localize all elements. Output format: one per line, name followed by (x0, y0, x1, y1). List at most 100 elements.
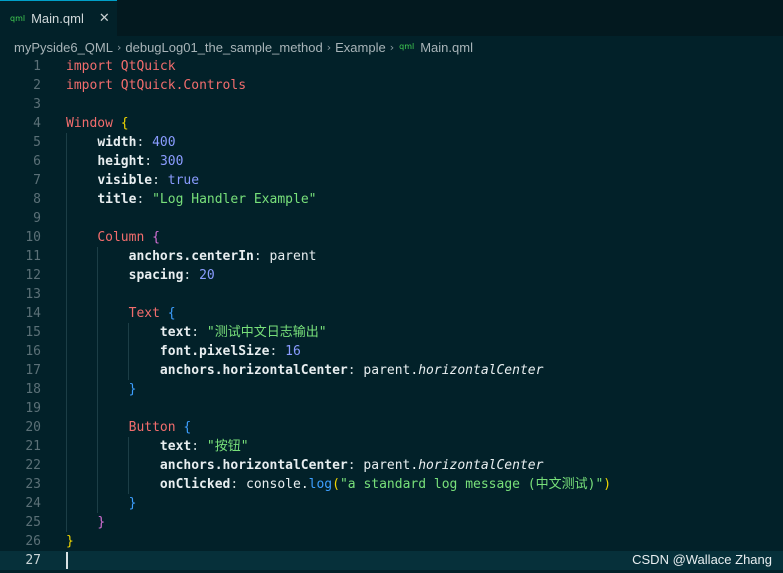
code-token: : (347, 363, 364, 378)
breadcrumb-item-folder[interactable]: debugLog01_the_sample_method (125, 40, 322, 55)
code-line[interactable]: 11 anchors.centerIn: parent (0, 247, 783, 266)
code-token: : (191, 325, 207, 340)
code-token: visible (97, 173, 153, 188)
code-line[interactable]: 21 text: "按钮" (0, 437, 783, 456)
code-token: { (120, 116, 129, 131)
code-token: height (97, 154, 145, 169)
line-number: 24 (25, 496, 41, 511)
code-token: : (136, 192, 153, 207)
chevron-right-icon: › (326, 40, 332, 54)
code-line[interactable]: 10 Column { (0, 228, 783, 247)
code-text: import QtQuick.Controls (66, 76, 246, 95)
code-text: width: 400 (66, 133, 176, 152)
code-text: title: "Log Handler Example" (66, 190, 316, 209)
code-token: parent. (363, 363, 419, 378)
code-token: 400 (152, 135, 176, 150)
code-line[interactable]: 16 font.pixelSize: 16 (0, 342, 783, 361)
code-token: Text (128, 306, 160, 321)
code-line[interactable]: 19 (0, 399, 783, 418)
chevron-right-icon: › (389, 40, 395, 54)
code-token: Button (128, 420, 176, 435)
code-line[interactable]: 6 height: 300 (0, 152, 783, 171)
code-line[interactable]: 4 Window { (0, 114, 783, 133)
code-line[interactable]: 23 onClicked: console.log("a standard lo… (0, 475, 783, 494)
qml-file-icon: qml (10, 13, 26, 23)
indent-guide (66, 133, 67, 532)
code-token: 300 (159, 154, 184, 169)
line-number: 20 (25, 420, 41, 435)
code-text: Column { (66, 228, 160, 247)
breadcrumb: myPyside6_QML › debugLog01_the_sample_me… (14, 37, 473, 57)
code-line[interactable]: 7 visible: true (0, 171, 783, 190)
code-line[interactable]: 18 } (0, 380, 783, 399)
code-line[interactable]: 3 (0, 95, 783, 114)
code-token: } (97, 515, 106, 530)
code-text: } (66, 494, 137, 513)
tab-bar: qml Main.qml ✕ (0, 0, 783, 36)
code-token: onClicked (159, 477, 231, 492)
code-token: "a standard log message (中文测试)" (339, 477, 604, 492)
line-number: 19 (25, 401, 41, 416)
code-text: spacing: 20 (66, 266, 215, 285)
code-token: log (308, 477, 333, 492)
code-line[interactable]: 9 (0, 209, 783, 228)
code-line[interactable]: 13 (0, 285, 783, 304)
code-token: spacing (128, 268, 184, 283)
tab-main-qml[interactable]: qml Main.qml ✕ (0, 0, 117, 36)
code-token: import (66, 78, 113, 93)
code-line[interactable]: 20 Button { (0, 418, 783, 437)
text-cursor (66, 552, 68, 569)
line-number: 18 (25, 382, 41, 397)
code-token: Column (97, 230, 145, 245)
code-line[interactable]: 8 title: "Log Handler Example" (0, 190, 783, 209)
code-line[interactable]: 17 anchors.horizontalCenter: parent.hori… (0, 361, 783, 380)
code-token: : (152, 173, 168, 188)
line-number: 16 (25, 344, 41, 359)
code-line[interactable]: 15 text: "测试中文日志输出" (0, 323, 783, 342)
line-number: 6 (33, 154, 41, 169)
code-text: onClicked: console.log("a standard log m… (66, 475, 611, 494)
code-line[interactable]: 14 Text { (0, 304, 783, 323)
code-token: QtQuick.Controls (120, 78, 247, 93)
code-token: ) (603, 477, 612, 492)
code-token: : (230, 477, 247, 492)
code-text: anchors.horizontalCenter: parent.horizon… (66, 456, 544, 475)
code-token: 16 (285, 344, 301, 359)
code-line[interactable]: 12 spacing: 20 (0, 266, 783, 285)
line-number: 22 (25, 458, 41, 473)
code-line[interactable]: 26} (0, 532, 783, 551)
line-number: 27 (25, 553, 41, 568)
breadcrumb-item-project[interactable]: myPyside6_QML (14, 40, 113, 55)
code-token: 20 (199, 268, 215, 283)
breadcrumb-item-file[interactable]: Main.qml (420, 40, 473, 55)
code-line[interactable]: 24 } (0, 494, 783, 513)
close-icon[interactable]: ✕ (99, 11, 110, 26)
code-token: : (144, 154, 160, 169)
line-number: 8 (33, 192, 41, 207)
code-editor[interactable]: 1 import QtQuick 2 import QtQuick.Controls 3… (0, 57, 783, 573)
code-token: "测试中文日志输出" (206, 325, 327, 340)
code-line[interactable]: 2 import QtQuick.Controls (0, 76, 783, 95)
breadcrumb-item-subfolder[interactable]: Example (335, 40, 386, 55)
code-text: Text { (66, 304, 176, 323)
code-text: } (66, 532, 74, 551)
code-line[interactable]: 5 width: 400 (0, 133, 783, 152)
code-line[interactable]: 25 } (0, 513, 783, 532)
code-text: text: "测试中文日志输出" (66, 323, 327, 342)
code-line[interactable]: 22 anchors.horizontalCenter: parent.hori… (0, 456, 783, 475)
code-line[interactable]: 1 import QtQuick (0, 57, 783, 76)
code-token: anchors.centerIn (128, 249, 254, 264)
code-token: text (159, 325, 192, 340)
code-token: text (159, 439, 192, 454)
code-token: : (347, 458, 364, 473)
code-token: anchors.horizontalCenter (159, 458, 348, 473)
